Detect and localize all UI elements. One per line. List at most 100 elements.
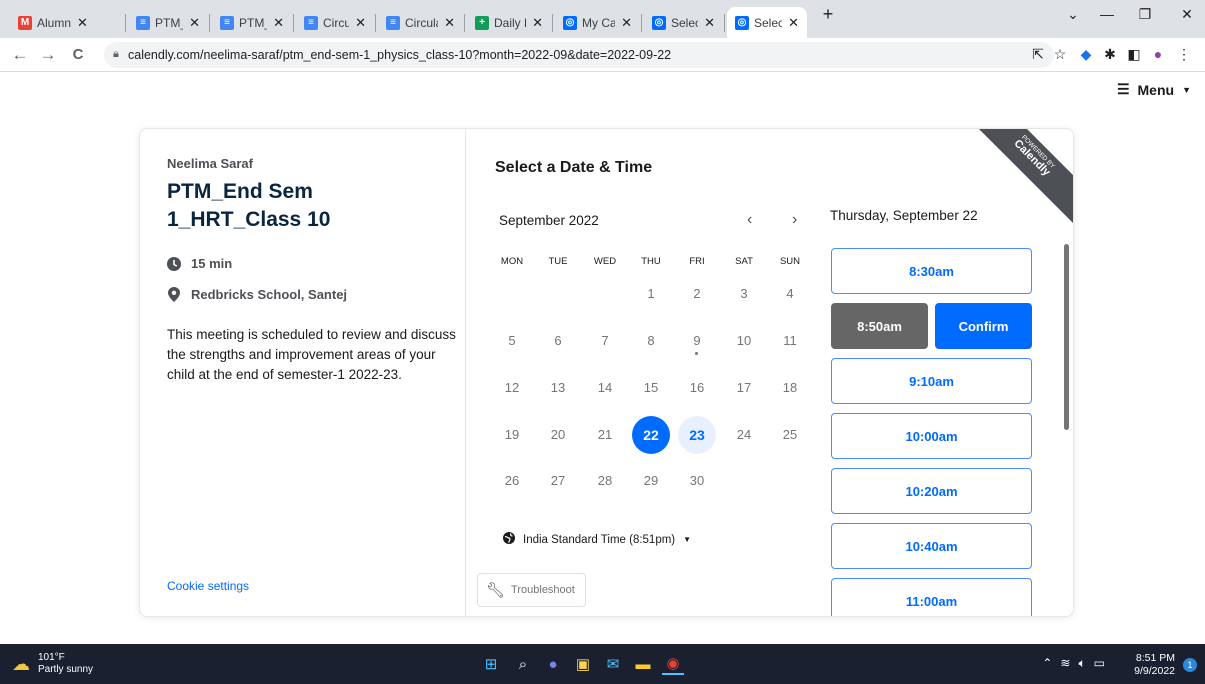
system-clock[interactable]: 8:51 PM 9/9/2022 <box>1134 652 1175 678</box>
close-tab-icon[interactable]: ✕ <box>704 15 715 31</box>
browser-tab[interactable]: ◎ My Calend ✕ <box>555 7 640 38</box>
teams-chat-icon[interactable]: ● <box>542 653 564 675</box>
extension-icon[interactable]: ◆ <box>1076 46 1096 63</box>
browser-tab[interactable]: M Alumni co ✕ <box>10 7 124 38</box>
close-tab-icon[interactable]: ✕ <box>621 15 632 31</box>
weekday-label: THU <box>641 256 661 267</box>
calendar-day-number: 30 <box>689 473 705 488</box>
prev-month-button[interactable]: ‹ <box>747 211 752 229</box>
weather-text: Partly sunny <box>38 664 94 675</box>
calendar-day: 14 <box>586 369 624 407</box>
profile-avatar[interactable]: ● <box>1148 46 1168 62</box>
close-window-button[interactable]: ✕ <box>1172 6 1202 23</box>
sheets-icon: + <box>475 15 489 30</box>
new-tab-button[interactable]: + <box>813 4 843 25</box>
address-bar[interactable]: 🔒︎ calendly.com/neelima-saraf/ptm_end-se… <box>104 42 1054 68</box>
calendar-day-number: 22 <box>643 427 659 443</box>
time-slot-button[interactable]: 10:20am <box>831 468 1032 514</box>
close-tab-icon[interactable]: ✕ <box>444 15 455 31</box>
close-tab-icon[interactable]: ✕ <box>355 15 366 31</box>
search-icon[interactable]: ⌕ <box>512 653 534 675</box>
close-tab-icon[interactable]: ✕ <box>532 15 543 31</box>
extensions-puzzle-icon[interactable]: ✱ <box>1100 46 1120 63</box>
tab-title: Alumni co <box>37 15 71 30</box>
selected-date-header: Thursday, September 22 <box>830 208 978 223</box>
calendar-day: 11 <box>771 322 809 360</box>
time-slot-button[interactable]: 9:10am <box>831 358 1032 404</box>
weekday-label: TUE <box>548 256 568 267</box>
caret-down-icon: ▼ <box>1182 84 1191 95</box>
calendar-day-number: 1 <box>647 286 655 301</box>
cloud-sun-icon: ☁ <box>12 654 30 674</box>
weekday-label: SAT <box>735 256 753 267</box>
weather-widget[interactable]: ☁ 101°F Partly sunny <box>12 652 93 676</box>
close-tab-icon[interactable]: ✕ <box>189 15 200 31</box>
windows-start-icon[interactable]: ⊞ <box>480 653 502 675</box>
troubleshoot-button[interactable]: 🔧︎ Troubleshoot <box>477 573 586 607</box>
calendar-day-number: 15 <box>643 380 659 395</box>
forward-button[interactable]: → <box>38 46 58 64</box>
time-slot-button[interactable]: 10:00am <box>831 413 1032 459</box>
confirm-button[interactable]: Confirm <box>935 303 1032 349</box>
calendar-day-number: 5 <box>508 333 516 348</box>
minimize-button[interactable]: — <box>1092 6 1122 22</box>
browser-tab[interactable]: + Daily Repo ✕ <box>467 7 551 38</box>
url-text[interactable]: calendly.com/neelima-saraf/ptm_end-sem-1… <box>128 48 671 62</box>
bookmark-star-icon[interactable]: ☆ <box>1050 46 1070 63</box>
time-slot-button[interactable]: 10:40am <box>831 523 1032 569</box>
calendar-day-number: 19 <box>504 427 520 442</box>
tab-separator <box>724 14 725 32</box>
docs-icon: ≡ <box>304 15 318 30</box>
close-tab-icon[interactable]: ✕ <box>788 15 799 31</box>
calendar-day-number: 29 <box>643 473 659 488</box>
timezone-selector[interactable]: India Standard Time (8:51pm) ▼ <box>503 532 691 547</box>
menu-button[interactable]: ☰ Menu ▼ <box>1117 81 1191 98</box>
notification-badge[interactable]: 1 <box>1183 658 1197 672</box>
share-icon[interactable]: ⇱ <box>1028 46 1048 63</box>
browser-tab[interactable]: ≡ Circular no ✕ <box>378 7 463 38</box>
calendar-day: 10 <box>725 322 763 360</box>
volume-icon: 🔈︎ <box>1078 656 1086 670</box>
browser-tab[interactable]: ◎ Select a Da ✕ <box>644 7 723 38</box>
calendar-day: 15 <box>632 369 670 407</box>
calendar-day-number: 26 <box>504 473 520 488</box>
calendar-day-selected[interactable]: 22 <box>632 416 670 454</box>
wifi-icon: ≋ <box>1060 656 1071 670</box>
tab-title: PTM_End <box>239 15 267 30</box>
browser-menu-icon[interactable]: ⋮ <box>1174 46 1194 63</box>
browser-tab[interactable]: ≡ Circular_Re ✕ <box>296 7 374 38</box>
battery-icon: ▭ <box>1093 656 1105 670</box>
back-button[interactable]: ← <box>10 46 30 64</box>
calendar-day: 5 <box>493 322 531 360</box>
close-tab-icon[interactable]: ✕ <box>273 15 284 31</box>
reload-button[interactable]: C <box>68 46 88 64</box>
close-tab-icon[interactable]: ✕ <box>77 15 88 31</box>
browser-tab[interactable]: ≡ PTM_End ✕ <box>212 7 292 38</box>
calendar-day: 13 <box>539 369 577 407</box>
time-slot-selected[interactable]: 8:50am <box>831 303 928 349</box>
slots-scrollbar[interactable] <box>1064 244 1069 430</box>
time-slot-button[interactable]: 11:00am <box>831 578 1032 616</box>
browser-tab[interactable]: ≡ PTM_End ✕ <box>128 7 208 38</box>
next-month-button[interactable]: › <box>792 211 797 229</box>
select-date-heading: Select a Date & Time <box>495 159 653 176</box>
chrome-icon[interactable]: ◉ <box>662 653 684 675</box>
file-explorer-icon[interactable]: ▬ <box>632 653 654 675</box>
calendar-day-number: 27 <box>550 473 566 488</box>
calendar-day: 30 <box>678 462 716 500</box>
time-slot-button[interactable]: 8:30am <box>831 248 1032 294</box>
calendar-day: 21 <box>586 416 624 454</box>
side-panel-icon[interactable]: ◧ <box>1124 46 1144 63</box>
cookie-settings-link[interactable]: Cookie settings <box>167 579 249 593</box>
calendar-day-number: 6 <box>554 333 562 348</box>
browser-tab-bar: M Alumni co ✕ ≡ PTM_End ✕ ≡ PTM_End ✕ ≡ Circular_R… <box>0 0 1205 38</box>
calendar-day: 9 <box>678 322 716 360</box>
tab-search-icon[interactable]: ⌄ <box>1058 6 1088 23</box>
restore-button[interactable]: ❐ <box>1130 6 1160 23</box>
location-text: Redbricks School, Santej <box>191 287 348 302</box>
mail-icon[interactable]: ✉ <box>602 653 624 675</box>
browser-tab[interactable]: ◎ Select a Da ✕ <box>727 7 807 38</box>
system-tray[interactable]: ⌃ ≋ 🔈︎ ▭ <box>1042 656 1105 671</box>
store-icon[interactable]: ▣ <box>572 653 594 675</box>
calendar-day-available[interactable]: 23 <box>678 416 716 454</box>
